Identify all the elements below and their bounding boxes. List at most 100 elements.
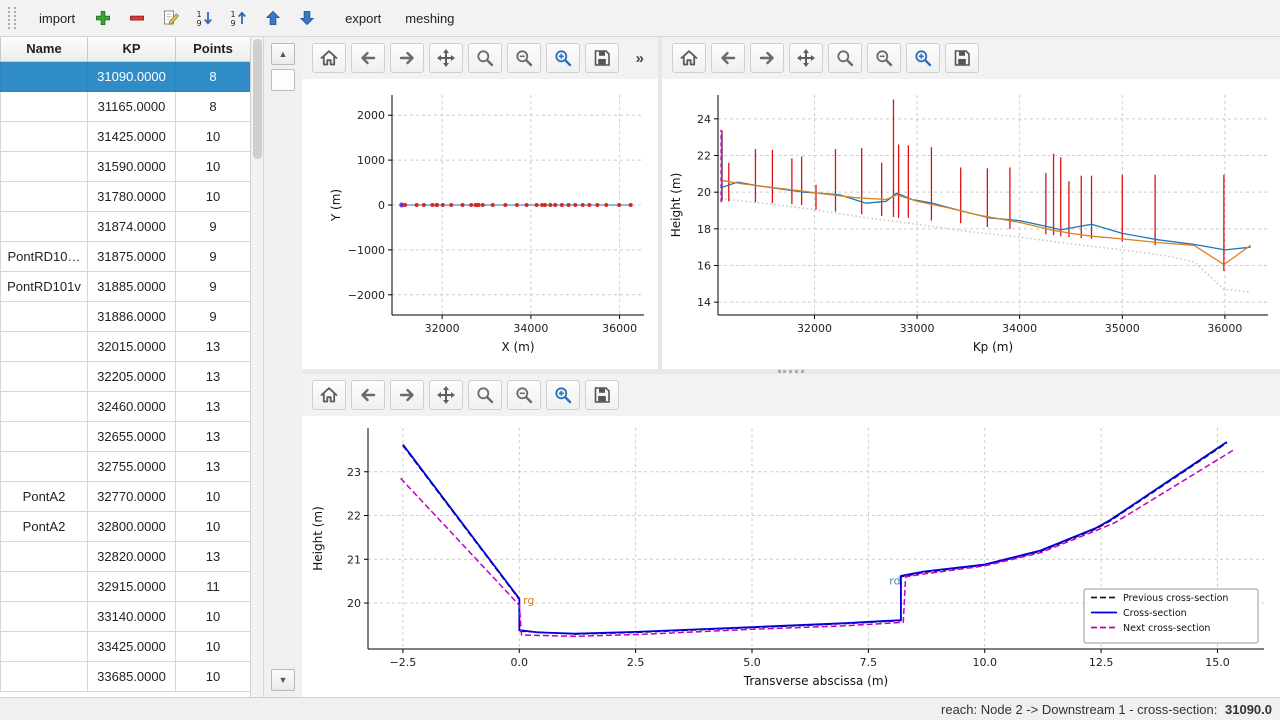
cell-name[interactable]: PontA2 — [1, 481, 88, 511]
cell-points[interactable]: 9 — [176, 301, 251, 331]
cell-kp[interactable]: 32655.0000 — [88, 421, 176, 451]
panel-scrollbar-thumb[interactable] — [271, 69, 295, 91]
cell-kp[interactable]: 31886.0000 — [88, 301, 176, 331]
cell-kp[interactable]: 31885.0000 — [88, 271, 176, 301]
cell-name[interactable]: PontA2 — [1, 511, 88, 541]
table-row[interactable]: 31165.00008 — [1, 91, 251, 121]
zoom-button[interactable] — [468, 380, 502, 410]
cell-points[interactable]: 10 — [176, 121, 251, 151]
zoom-button[interactable] — [828, 43, 862, 73]
cell-name[interactable]: PontRD101v — [1, 271, 88, 301]
move-up-button[interactable] — [258, 4, 288, 32]
cell-points[interactable]: 10 — [176, 661, 251, 691]
cell-kp[interactable]: 32755.0000 — [88, 451, 176, 481]
sort-ascending-button[interactable]: 19 — [190, 4, 220, 32]
back-button[interactable] — [351, 43, 385, 73]
save-button[interactable] — [585, 43, 619, 73]
cell-name[interactable] — [1, 121, 88, 151]
cell-points[interactable]: 8 — [176, 91, 251, 121]
cell-points[interactable]: 13 — [176, 541, 251, 571]
home-button[interactable] — [312, 43, 346, 73]
table-row[interactable]: PontRD101v31885.00009 — [1, 271, 251, 301]
cell-kp[interactable]: 31780.0000 — [88, 181, 176, 211]
cell-name[interactable] — [1, 451, 88, 481]
cell-name[interactable] — [1, 631, 88, 661]
cell-kp[interactable]: 31425.0000 — [88, 121, 176, 151]
cell-kp[interactable]: 33425.0000 — [88, 631, 176, 661]
cell-kp[interactable]: 33140.0000 — [88, 601, 176, 631]
cell-name[interactable] — [1, 151, 88, 181]
export-button[interactable]: export — [334, 6, 392, 31]
home-button[interactable] — [312, 380, 346, 410]
cell-kp[interactable]: 31875.0000 — [88, 241, 176, 271]
toolbar-grip[interactable] — [8, 7, 16, 29]
sort-descending-button[interactable]: 19 — [224, 4, 254, 32]
cell-points[interactable]: 10 — [176, 481, 251, 511]
cell-name[interactable] — [1, 661, 88, 691]
column-header-points[interactable]: Points — [176, 37, 251, 61]
cell-kp[interactable]: 32820.0000 — [88, 541, 176, 571]
cell-points[interactable]: 13 — [176, 391, 251, 421]
cell-kp[interactable]: 31874.0000 — [88, 211, 176, 241]
cell-name[interactable] — [1, 361, 88, 391]
scroll-up-button[interactable]: ▲ — [271, 43, 295, 65]
cell-points[interactable]: 13 — [176, 361, 251, 391]
cell-name[interactable] — [1, 541, 88, 571]
table-row[interactable]: 32755.000013 — [1, 451, 251, 481]
cell-kp[interactable]: 32800.0000 — [88, 511, 176, 541]
plan-view-plot[interactable]: 320003400036000−2000−1000010002000X (m)Y… — [302, 79, 658, 369]
save-button[interactable] — [945, 43, 979, 73]
table-row[interactable]: 32015.000013 — [1, 331, 251, 361]
cell-name[interactable] — [1, 301, 88, 331]
table-row[interactable]: 32820.000013 — [1, 541, 251, 571]
table-row[interactable]: 32205.000013 — [1, 361, 251, 391]
cell-points[interactable]: 8 — [176, 61, 251, 91]
table-row[interactable]: 32915.000011 — [1, 571, 251, 601]
zoom-out-button[interactable] — [507, 380, 541, 410]
table-row[interactable]: 31874.00009 — [1, 211, 251, 241]
table-scrollbar-thumb[interactable] — [253, 39, 262, 159]
pan-button[interactable] — [789, 43, 823, 73]
table-row[interactable]: PontA232800.000010 — [1, 511, 251, 541]
cell-kp[interactable]: 32915.0000 — [88, 571, 176, 601]
cell-kp[interactable]: 32770.0000 — [88, 481, 176, 511]
column-header-kp[interactable]: KP — [88, 37, 176, 61]
import-button[interactable]: import — [28, 6, 86, 31]
cell-points[interactable]: 13 — [176, 421, 251, 451]
table-row[interactable]: 32460.000013 — [1, 391, 251, 421]
cell-kp[interactable]: 32205.0000 — [88, 361, 176, 391]
back-button[interactable] — [711, 43, 745, 73]
cell-name[interactable] — [1, 91, 88, 121]
table-row[interactable]: 31425.000010 — [1, 121, 251, 151]
cell-kp[interactable]: 32015.0000 — [88, 331, 176, 361]
cell-name[interactable] — [1, 181, 88, 211]
save-button[interactable] — [585, 380, 619, 410]
cell-points[interactable]: 10 — [176, 151, 251, 181]
cell-points[interactable]: 11 — [176, 571, 251, 601]
remove-button[interactable] — [122, 4, 152, 32]
table-row[interactable]: PontRD10…31875.00009 — [1, 241, 251, 271]
cell-name[interactable] — [1, 601, 88, 631]
zoom-out-button[interactable] — [867, 43, 901, 73]
longitudinal-profile-plot[interactable]: 3200033000340003500036000141618202224Kp … — [662, 79, 1280, 369]
cell-points[interactable]: 9 — [176, 241, 251, 271]
cell-points[interactable]: 13 — [176, 331, 251, 361]
cell-name[interactable] — [1, 211, 88, 241]
add-button[interactable] — [88, 4, 118, 32]
cell-kp[interactable]: 33685.0000 — [88, 661, 176, 691]
cell-points[interactable]: 10 — [176, 631, 251, 661]
cross-section-plot[interactable]: −2.50.02.55.07.510.012.515.020212223Tran… — [302, 416, 1280, 699]
table-row[interactable]: 33140.000010 — [1, 601, 251, 631]
cell-name[interactable] — [1, 331, 88, 361]
table-row[interactable]: 32655.000013 — [1, 421, 251, 451]
column-header-name[interactable]: Name — [1, 37, 88, 61]
forward-button[interactable] — [390, 43, 424, 73]
table-row[interactable]: PontA232770.000010 — [1, 481, 251, 511]
edit-button[interactable] — [156, 4, 186, 32]
cell-points[interactable]: 9 — [176, 271, 251, 301]
splitter-handle[interactable] — [778, 370, 804, 373]
cell-name[interactable] — [1, 571, 88, 601]
cell-points[interactable]: 9 — [176, 211, 251, 241]
zoom-out-button[interactable] — [507, 43, 541, 73]
table-row[interactable]: 31590.000010 — [1, 151, 251, 181]
